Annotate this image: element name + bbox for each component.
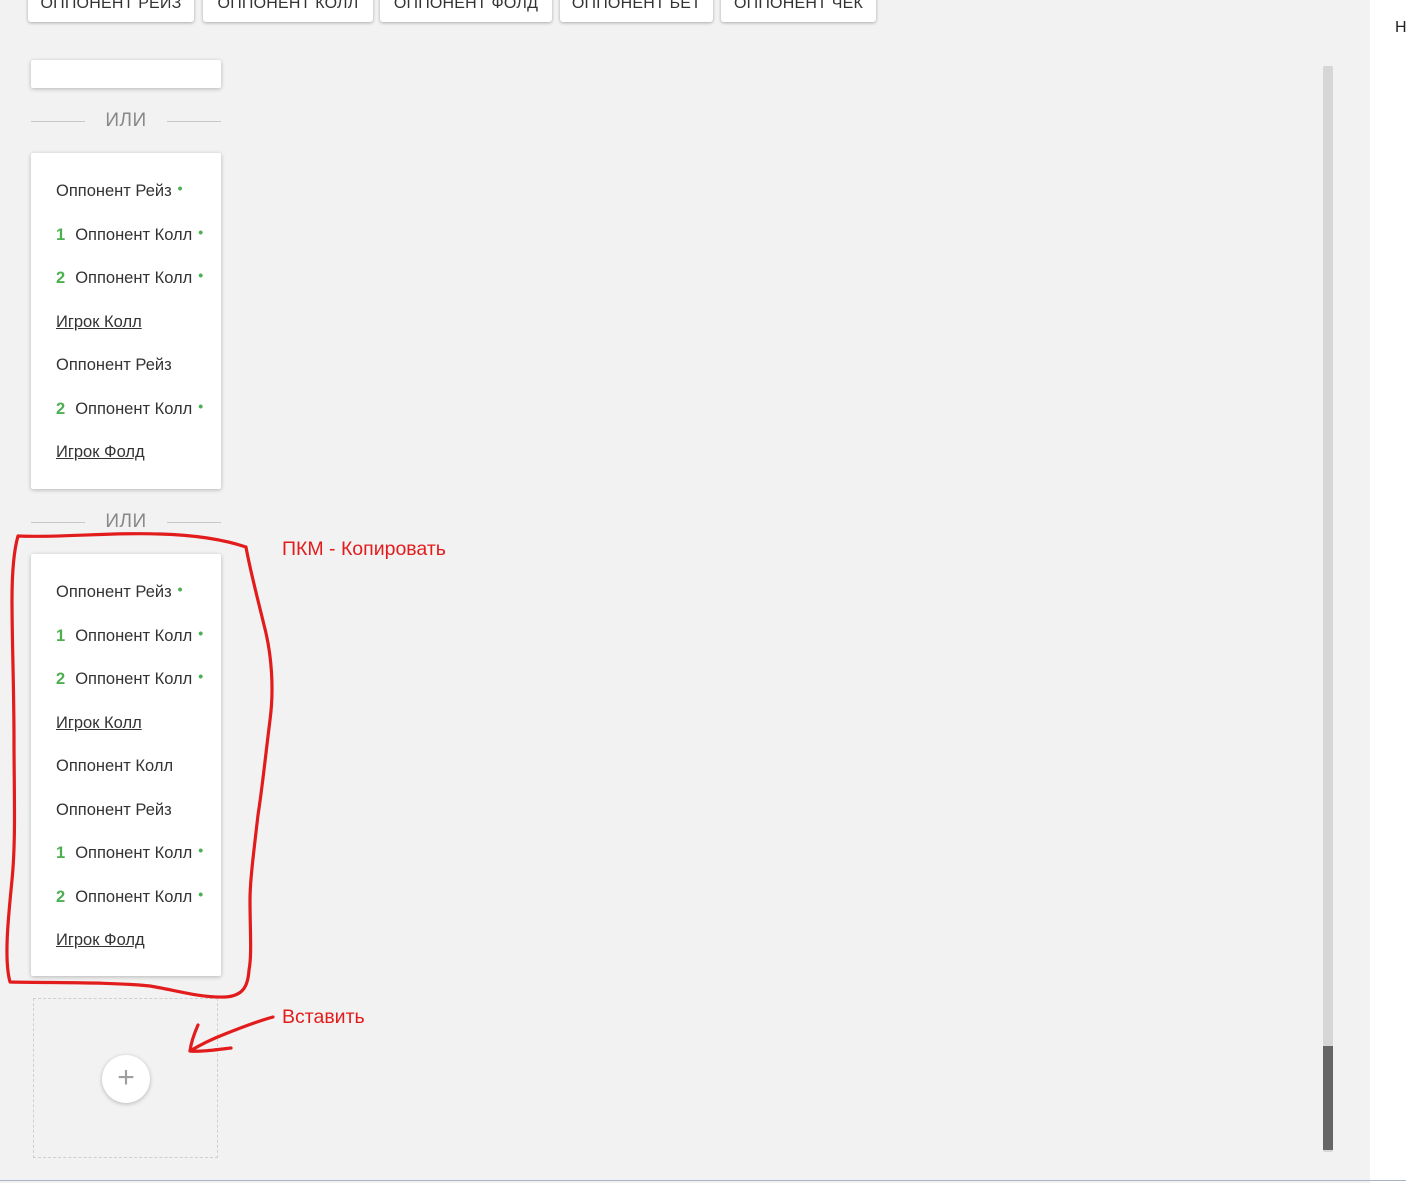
opponent-fold-button[interactable]: ОППОНЕНТ ФОЛД: [380, 0, 552, 22]
action-sequence-card[interactable]: Оппонент Рейз • 1 Оппонент Колл • 2 Оппонент…: [31, 554, 221, 976]
row-text: Оппонент Рейз: [56, 801, 172, 819]
row-text: Оппонент Колл: [56, 757, 174, 775]
player-action-link[interactable]: Игрок Фолд: [56, 930, 145, 950]
side-panel-text: Н: [1395, 19, 1406, 36]
player-action-link[interactable]: Игрок Фолд: [56, 442, 145, 462]
row-text: Оппонент Колл: [75, 400, 193, 418]
row-text: Оппонент Колл: [75, 888, 193, 906]
sequence-row: Оппонент Рейз: [56, 355, 172, 375]
or-divider: ИЛИ: [31, 510, 221, 534]
row-text: Оппонент Рейз: [56, 583, 172, 601]
player-action-link[interactable]: Игрок Колл: [56, 713, 142, 733]
sequence-row: Оппонент Рейз: [56, 800, 172, 820]
scrollbar-track[interactable]: [1323, 66, 1333, 1152]
status-dot-icon: •: [198, 267, 204, 283]
row-number: 1: [56, 226, 66, 244]
player-action-link[interactable]: Игрок Колл: [56, 312, 142, 332]
opponent-bet-button[interactable]: ОППОНЕНТ БЕТ: [560, 0, 713, 22]
row-number: 1: [56, 627, 66, 645]
opponent-call-button[interactable]: ОППОНЕНТ КОЛЛ: [203, 0, 373, 22]
sequence-row: Оппонент Рейз •: [56, 581, 183, 602]
divider-line: [167, 121, 221, 122]
row-number: 1: [56, 844, 66, 862]
row-number: 2: [56, 888, 66, 906]
sequence-row: 1 Оппонент Колл •: [56, 625, 204, 646]
divider-line: [167, 522, 221, 523]
status-dot-icon: •: [198, 842, 204, 858]
row-text: Игрок Колл: [56, 714, 142, 732]
plus-icon[interactable]: +: [102, 1055, 150, 1103]
row-text: Оппонент Колл: [75, 269, 193, 287]
action-sequence-card[interactable]: Оппонент Рейз • 1 Оппонент Колл • 2 Оппонент…: [31, 153, 221, 489]
row-number: 2: [56, 670, 66, 688]
row-text: Игрок Фолд: [56, 931, 145, 949]
status-dot-icon: •: [198, 668, 204, 684]
opponent-raise-button[interactable]: ОППОНЕНТ РЕЙЗ: [28, 0, 194, 22]
copy-annotation: ПКМ - Копировать: [282, 538, 446, 560]
row-text: Оппонент Рейз: [56, 356, 172, 374]
sequence-row: 1 Оппонент Колл •: [56, 224, 204, 245]
sequence-row: 2 Оппонент Колл •: [56, 398, 204, 419]
row-text: Оппонент Колл: [75, 627, 193, 645]
opponent-check-button[interactable]: ОППОНЕНТ ЧЕК: [721, 0, 876, 22]
row-number: 2: [56, 269, 66, 287]
row-text: Оппонент Колл: [75, 844, 193, 862]
sequence-row: 2 Оппонент Колл •: [56, 668, 204, 689]
status-dot-icon: •: [177, 581, 183, 597]
sequence-row: 2 Оппонент Колл •: [56, 886, 204, 907]
sequence-row: Оппонент Рейз •: [56, 180, 183, 201]
action-card-partial[interactable]: [31, 60, 221, 88]
paste-annotation: Вставить: [282, 1006, 365, 1028]
status-dot-icon: •: [198, 625, 204, 641]
status-dot-icon: •: [198, 886, 204, 902]
row-text: Оппонент Колл: [75, 226, 193, 244]
status-dot-icon: •: [198, 224, 204, 240]
row-text: Оппонент Колл: [75, 670, 193, 688]
scrollbar-thumb[interactable]: [1323, 1046, 1333, 1150]
or-divider: ИЛИ: [31, 109, 221, 133]
bottom-border: [0, 1180, 1406, 1181]
row-text: Игрок Фолд: [56, 443, 145, 461]
row-text: Оппонент Рейз: [56, 182, 172, 200]
row-text: Игрок Колл: [56, 313, 142, 331]
sequence-row: 2 Оппонент Колл •: [56, 267, 204, 288]
sequence-row: Оппонент Колл: [56, 756, 173, 776]
row-number: 2: [56, 400, 66, 418]
add-card-dropzone[interactable]: +: [33, 998, 218, 1158]
status-dot-icon: •: [177, 180, 183, 196]
status-dot-icon: •: [198, 398, 204, 414]
sequence-row: 1 Оппонент Колл •: [56, 842, 204, 863]
side-panel: Н: [1370, 0, 1406, 1183]
